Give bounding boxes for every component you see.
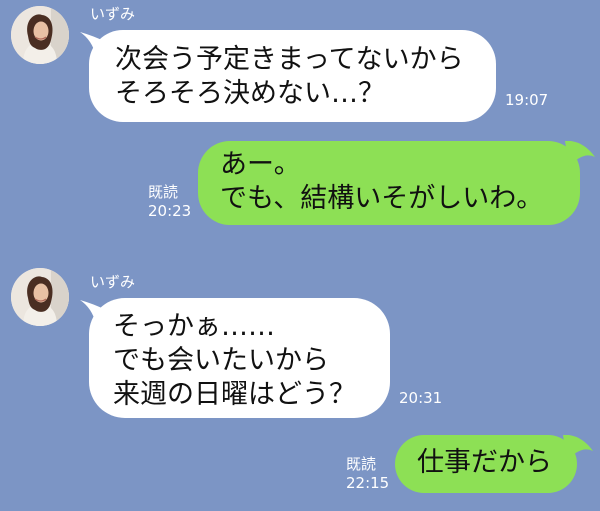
message-line: 仕事だから [417,447,552,478]
read-receipt: 既読 [346,455,377,473]
sender-name: いずみ [90,5,136,23]
user-photo-icon [11,268,69,326]
message-meta: 既読 20:23 [148,183,191,221]
user-photo-icon [11,6,69,64]
message-time: 22:15 [346,474,390,492]
read-receipt: 既読 [148,183,179,201]
message-bubble[interactable]: あー。 でも、結構いそがしいわ。 [198,141,580,225]
avatar[interactable] [11,268,69,326]
message-time: 20:23 [148,202,192,220]
chat-thread: いずみ 次会う予定きまってないから そろそろ決めない…？ 19:07 既読 20… [0,0,600,511]
message-line: でも、結構いそがしいわ。 [220,183,544,214]
avatar[interactable] [11,6,69,64]
message-line: そろそろ決めない…？ [115,78,385,109]
message-line: 来週の日曜はどう？ [113,379,356,410]
message-time: 20:31 [399,389,443,407]
bubble-tail [565,141,595,167]
bubble-tail [563,435,593,461]
message-line: そっかぁ…… [113,311,275,342]
message-bubble[interactable]: 次会う予定きまってないから そろそろ決めない…？ [89,30,496,122]
message-meta: 既読 22:15 [346,455,389,493]
message-line: でも会いたいから [113,345,329,376]
message-line: 次会う予定きまってないから [115,44,464,75]
message-time: 19:07 [505,91,549,109]
message-bubble[interactable]: 仕事だから [395,435,577,493]
message-bubble[interactable]: そっかぁ…… でも会いたいから 来週の日曜はどう？ [89,298,390,418]
sender-name: いずみ [90,273,136,291]
message-line: あー。 [220,149,301,180]
